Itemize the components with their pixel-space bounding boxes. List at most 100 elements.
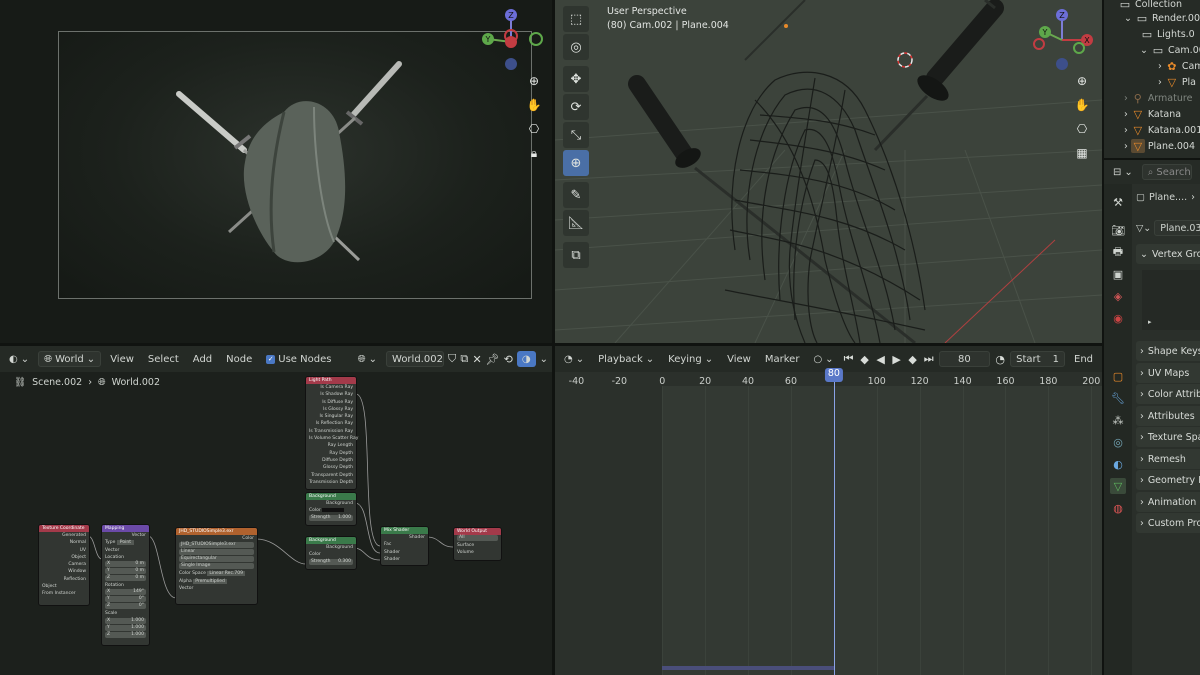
- play-reverse-icon[interactable]: ◀: [875, 352, 887, 366]
- panel-shape-keys[interactable]: › Shape Keys: [1136, 341, 1200, 361]
- hand-pan-icon[interactable]: ✋: [525, 96, 543, 114]
- area-separator[interactable]: [1104, 158, 1200, 160]
- measure-tool-icon[interactable]: 📐︎: [563, 210, 589, 236]
- particles-tab-icon[interactable]: ⁂: [1110, 412, 1126, 428]
- mesh-data-row[interactable]: ▽⌄ Plane.03: [1136, 220, 1200, 236]
- playhead-label[interactable]: 80: [824, 368, 843, 382]
- colorspace-row[interactable]: Color Space Linear Rec.709: [176, 570, 257, 577]
- panel-custom-properties[interactable]: ›Custom Properties: [1136, 513, 1200, 533]
- prev-keyframe-icon[interactable]: ◆: [859, 352, 871, 366]
- node-mapping[interactable]: Mapping Vector Type Point Vector Locatio…: [101, 524, 150, 646]
- shader-node-editor[interactable]: ◐ ⌄ 🌐︎ World ⌄ View Select Add Node ✓ Use No…: [0, 346, 552, 675]
- value-field[interactable]: X0 m: [105, 561, 146, 568]
- scene-tab-icon[interactable]: ◈: [1110, 288, 1126, 304]
- render-tab-icon[interactable]: 📷︎: [1110, 222, 1126, 238]
- strength-field[interactable]: Strength 0.300: [309, 558, 353, 565]
- panel-geometry-data[interactable]: ›Geometry Data: [1136, 470, 1200, 490]
- preview-range-icon[interactable]: ◔: [994, 352, 1006, 366]
- vertex-groups-list[interactable]: ▸: [1142, 270, 1200, 330]
- mesh-data-field[interactable]: Plane.03: [1154, 220, 1200, 236]
- outliner-row-katana001[interactable]: › ▽ Katana.001: [1124, 122, 1200, 138]
- image-field[interactable]: JHD_STUDIOSimple3.exr: [179, 542, 254, 549]
- properties-search[interactable]: ⌕ Search: [1141, 164, 1192, 180]
- node-environment-texture[interactable]: JHD_STUDIOSimple3.exr Color JHD_STUDIOSi…: [175, 527, 258, 605]
- annotate-tool-icon[interactable]: ✎: [563, 182, 589, 208]
- outliner[interactable]: ▭Collection ⌄▭Render.002 ▭Lights.0 ⌄▭Cam…: [1104, 0, 1200, 158]
- value-field[interactable]: X 149°: [105, 589, 146, 596]
- value-field[interactable]: X 1.000: [105, 617, 146, 624]
- source-dropdown[interactable]: Single Image: [179, 563, 254, 570]
- modifier-tab-icon[interactable]: 🔧︎: [1110, 390, 1126, 406]
- next-keyframe-icon[interactable]: ◆: [907, 352, 919, 366]
- camera-viewport[interactable]: Z Y ⊕ ✋ ⎔ 🔒︎: [0, 0, 552, 343]
- jump-start-icon[interactable]: ⏮: [843, 352, 855, 366]
- panel-attributes[interactable]: › Attributes: [1136, 406, 1200, 426]
- node-mix-shader[interactable]: Mix Shader Shader Fac Shader Shader: [380, 526, 429, 566]
- panel-remesh[interactable]: › Remesh: [1136, 449, 1200, 469]
- transform-tool-icon[interactable]: ⊕: [563, 150, 589, 176]
- node-background-1[interactable]: Background Background Color Strength 1.00…: [305, 492, 357, 526]
- end-frame-field[interactable]: End: [1069, 351, 1098, 367]
- projection-dropdown[interactable]: Equirectangular: [179, 556, 254, 563]
- timeline-editor[interactable]: ◔ ⌄ Playback ⌄ Keying ⌄ View Marker ○ ⌄ ⏮ ◆ …: [555, 346, 1102, 675]
- autokey-toggle[interactable]: ○ ⌄: [808, 351, 838, 367]
- type-field[interactable]: Type Point: [102, 539, 149, 546]
- add-cube-tool-icon[interactable]: ⧉: [563, 242, 589, 268]
- panel-uv-maps[interactable]: › UV Maps: [1136, 363, 1200, 383]
- editor-type-button[interactable]: ◔ ⌄: [559, 351, 589, 367]
- grid-ortho-icon[interactable]: ▦: [1073, 144, 1091, 162]
- zoom-icon[interactable]: ⊕: [525, 72, 543, 90]
- panel-texture-space[interactable]: ›Texture Space: [1136, 427, 1200, 447]
- perspective-viewport[interactable]: User Perspective (80) Cam.002 | Plane.00…: [555, 0, 1102, 343]
- area-separator[interactable]: [552, 0, 555, 675]
- scale-tool-icon[interactable]: ⤡: [563, 122, 589, 148]
- menu-view[interactable]: View: [722, 351, 756, 367]
- outliner-row-plane[interactable]: › ▽ Pla: [1158, 74, 1196, 90]
- node-light-path[interactable]: Light Path Is Camera Ray Is Shadow Ray I…: [305, 376, 358, 490]
- from-instancer-checkbox[interactable]: From Instancer: [39, 590, 89, 597]
- constraints-tab-icon[interactable]: ◐: [1110, 456, 1126, 472]
- value-field[interactable]: Z0 m: [105, 575, 146, 582]
- outliner-row-armature[interactable]: › ⚲ Armature: [1124, 90, 1192, 106]
- outliner-row-render[interactable]: ⌄▭Render.002: [1124, 10, 1200, 26]
- value-field[interactable]: Z 1.000: [105, 631, 146, 638]
- menu-marker[interactable]: Marker: [760, 351, 805, 367]
- start-frame-field[interactable]: Start 1: [1010, 351, 1066, 367]
- menu-playback[interactable]: Playback ⌄: [593, 351, 659, 367]
- mesh-data-tab-icon[interactable]: ▽: [1110, 478, 1126, 494]
- jump-end-icon[interactable]: ⏭: [923, 352, 935, 366]
- camera-view-icon[interactable]: ⎔: [1073, 120, 1091, 138]
- node-world-output[interactable]: World Output All Surface Volume: [453, 527, 502, 561]
- outliner-row-plane004[interactable]: › ▽ Plane.004: [1124, 138, 1195, 154]
- strength-field[interactable]: Strength 1.000: [309, 514, 353, 521]
- tool-tab-icon[interactable]: ⚒: [1110, 194, 1126, 210]
- object-field[interactable]: Object: [39, 583, 89, 590]
- alpha-row[interactable]: Alpha Premultiplied: [176, 578, 257, 585]
- editor-type-button[interactable]: ⊟ ⌄: [1108, 164, 1138, 180]
- value-field[interactable]: Y 1.000: [105, 624, 146, 631]
- rotate-tool-icon[interactable]: ⟳: [563, 94, 589, 120]
- area-separator[interactable]: [1102, 0, 1104, 675]
- interpolation-dropdown[interactable]: Linear: [179, 549, 254, 556]
- lock-icon[interactable]: 🔒︎: [525, 144, 543, 162]
- current-frame-field[interactable]: 80: [938, 351, 991, 367]
- area-separator[interactable]: [0, 343, 1102, 346]
- node-texture-coordinate[interactable]: Texture Coordinate Generated Normal UV O…: [38, 524, 90, 606]
- cursor-tool-icon[interactable]: ◎: [563, 34, 589, 60]
- material-tab-icon[interactable]: ◍: [1110, 500, 1126, 516]
- playhead-line[interactable]: [833, 372, 835, 675]
- view-layer-tab-icon[interactable]: ▣: [1110, 266, 1126, 282]
- value-field[interactable]: Z 0°: [105, 603, 146, 610]
- color-field[interactable]: Color: [306, 507, 356, 514]
- outliner-row-katana[interactable]: › ▽ Katana: [1124, 106, 1181, 122]
- panel-color-attributes[interactable]: ›Color Attributes: [1136, 384, 1200, 404]
- outliner-row-cam-data[interactable]: › ✿ Cam: [1158, 58, 1200, 74]
- timeline-body[interactable]: -40-20020406080100120140160180200 80: [555, 368, 1102, 675]
- target-dropdown[interactable]: All: [457, 535, 498, 541]
- menu-keying[interactable]: Keying ⌄: [663, 351, 718, 367]
- object-tab-icon[interactable]: ▢: [1110, 368, 1126, 384]
- move-tool-icon[interactable]: ✥: [563, 66, 589, 92]
- output-tab-icon[interactable]: 🖶︎: [1110, 244, 1126, 260]
- value-field[interactable]: Y 0°: [105, 596, 146, 603]
- select-box-tool-icon[interactable]: ⬚: [563, 6, 589, 32]
